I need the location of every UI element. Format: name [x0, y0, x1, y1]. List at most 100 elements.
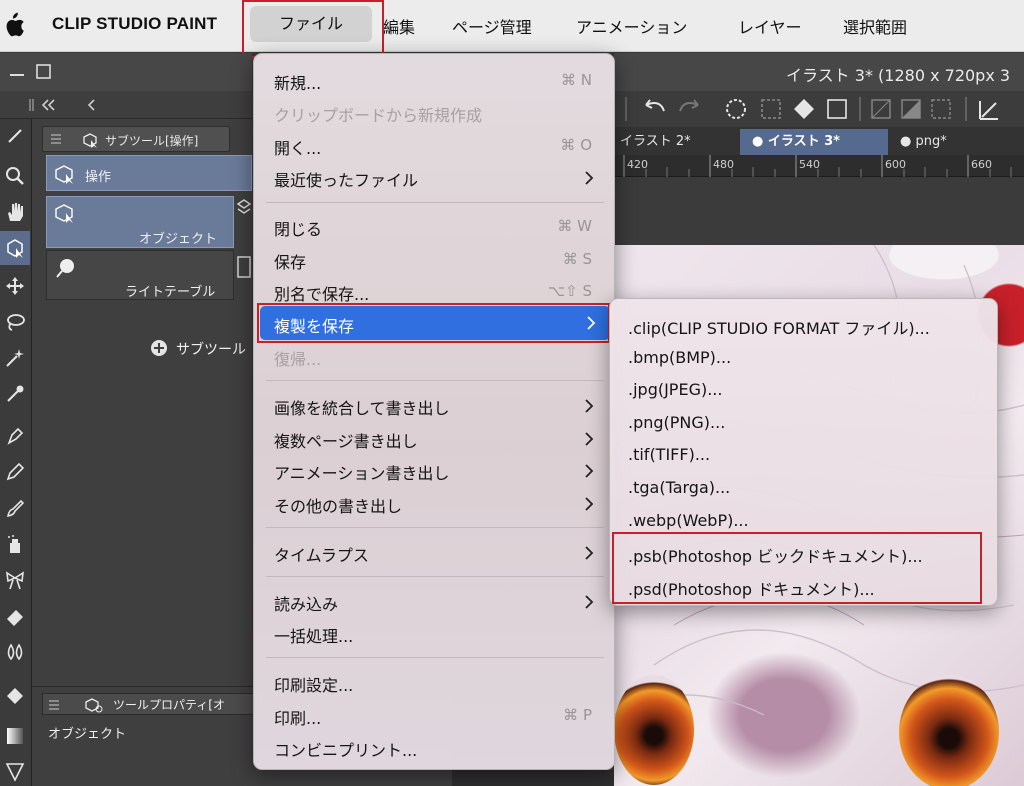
- menu-item-convenience-print[interactable]: コンビニプリント...: [274, 737, 417, 761]
- minimize-icon[interactable]: [10, 67, 26, 77]
- hand-tool-icon[interactable]: [0, 195, 30, 229]
- menu-item-import[interactable]: 読み込み: [274, 591, 338, 615]
- brush-icon[interactable]: [0, 491, 30, 525]
- shortcut-open: ⌘ O: [560, 136, 592, 154]
- menubar-item-page[interactable]: ページ管理: [452, 14, 532, 38]
- pen-nib-icon[interactable]: [0, 419, 30, 453]
- menu-item-export-other[interactable]: その他の書き出し: [274, 493, 402, 517]
- submenu-item-tif[interactable]: .tif(TIFF)...: [628, 445, 710, 464]
- submenu-item-jpg[interactable]: .jpg(JPEG)...: [628, 380, 722, 399]
- chevron-right-icon: [585, 432, 594, 446]
- fill-icon[interactable]: [0, 679, 30, 713]
- tool-palette: [0, 119, 32, 786]
- menu-item-save-as[interactable]: 別名で保存...: [274, 281, 369, 305]
- menubar-item-layer[interactable]: レイヤー: [738, 14, 802, 38]
- submenu-item-psb[interactable]: .psb(Photoshop ビックドキュメント)...: [628, 543, 923, 567]
- collapse-panel-icon[interactable]: [28, 97, 68, 113]
- menu-item-close[interactable]: 閉じる: [274, 216, 322, 240]
- shortcut-new: ⌘ N: [561, 71, 592, 89]
- menu-item-save-copy-label: 複製を保存: [274, 317, 355, 336]
- submenu-item-webp[interactable]: .webp(WebP)...: [628, 511, 749, 530]
- apple-logo-icon[interactable]: [0, 10, 26, 40]
- menu-item-new[interactable]: 新規...: [274, 70, 321, 94]
- panel-bottom-strip: [452, 770, 614, 786]
- illustration-right-eye: [899, 675, 999, 786]
- operation-icon: [55, 165, 73, 184]
- ruler-label: 540: [799, 158, 820, 171]
- submenu-item-png[interactable]: .png(PNG)...: [628, 413, 725, 432]
- menu-item-print[interactable]: 印刷...: [274, 705, 321, 729]
- window-titlebar-left: [0, 53, 252, 91]
- menu-item-recent-files[interactable]: 最近使ったファイル: [274, 167, 418, 191]
- illustration-left-eye: [614, 675, 694, 785]
- save-copy-submenu: .clip(CLIP STUDIO FORMAT ファイル)... .bmp(B…: [609, 298, 998, 606]
- subtool-panel-tab[interactable]: サブツール[操作]: [42, 126, 230, 152]
- document-tabs: イラスト 2* ● イラスト 3* ● png*: [614, 127, 1024, 155]
- chevron-right-icon: [585, 546, 594, 560]
- menu-item-new-from-clipboard: クリップボードから新規作成: [274, 106, 483, 125]
- tab-illust-2[interactable]: イラスト 2*: [620, 129, 691, 155]
- chevron-right-icon: [585, 464, 594, 478]
- tab-illust-3-active[interactable]: ● イラスト 3*: [740, 129, 888, 155]
- command-bar-right: [614, 91, 1024, 127]
- canvas-background: [614, 177, 1024, 245]
- window-titlebar-right: イラスト 3* (1280 x 720px 3: [614, 53, 1024, 91]
- airbrush-icon[interactable]: [0, 527, 30, 561]
- menu-item-open[interactable]: 開く...: [274, 135, 321, 159]
- menubar-item-file[interactable]: ファイル: [250, 6, 372, 42]
- blend-icon[interactable]: [0, 635, 30, 669]
- tool-property-tab[interactable]: ツールプロパティ[オ: [42, 693, 262, 715]
- panel-menu-icon[interactable]: [51, 133, 61, 145]
- menubar-item-selection[interactable]: 選択範囲: [843, 14, 907, 38]
- tool-property-title: ツールプロパティ[オ: [113, 698, 225, 712]
- submenu-item-bmp[interactable]: .bmp(BMP)...: [628, 348, 731, 367]
- pen-tool-icon[interactable]: [0, 119, 30, 153]
- app-name[interactable]: CLIP STUDIO PAINT: [52, 14, 217, 34]
- menubar-item-animation[interactable]: アニメーション: [576, 14, 687, 38]
- submenu-item-psd[interactable]: .psd(Photoshop ドキュメント)...: [628, 576, 875, 600]
- eyedropper-icon[interactable]: [0, 377, 30, 411]
- subtool-item-object[interactable]: オブジェクト: [46, 196, 234, 248]
- tab-png[interactable]: ● png*: [900, 129, 947, 155]
- panel-menu-icon[interactable]: [49, 699, 59, 711]
- menu-item-print-setup[interactable]: 印刷設定...: [274, 672, 353, 696]
- chevron-left-icon[interactable]: [84, 97, 98, 113]
- menu-item-batch[interactable]: 一括処理...: [274, 623, 353, 647]
- menu-item-export-pages[interactable]: 複数ページ書き出し: [274, 428, 418, 452]
- gradient-icon[interactable]: [0, 719, 30, 753]
- zoom-tool-icon[interactable]: [0, 159, 30, 193]
- subtool-group-operation[interactable]: 操作: [46, 155, 252, 191]
- submenu-item-clip[interactable]: .clip(CLIP STUDIO FORMAT ファイル)...: [628, 315, 930, 339]
- add-subtool-label: サブツール: [176, 342, 246, 358]
- menu-separator: [266, 380, 604, 381]
- chevron-right-icon: [585, 399, 594, 413]
- menubar-item-edit[interactable]: 編集: [383, 14, 415, 38]
- shortcut-save-as: ⌥⇧ S: [547, 282, 592, 300]
- layers-icon: [236, 199, 252, 214]
- menu-item-timelapse[interactable]: タイムラプス: [274, 542, 369, 566]
- object-tool-icon: [55, 204, 73, 223]
- menu-item-export-merged[interactable]: 画像を統合して書き出し: [274, 395, 450, 419]
- lasso-tool-icon[interactable]: [0, 305, 30, 339]
- tab-illust-3-label: ● イラスト 3*: [752, 134, 840, 149]
- magic-wand-icon[interactable]: [0, 341, 30, 375]
- menu-item-revert: 復帰...: [274, 350, 322, 369]
- command-bar-icons[interactable]: [620, 95, 1020, 123]
- eraser-icon[interactable]: [0, 599, 30, 633]
- subtool-panel-title: サブツール[操作]: [105, 134, 199, 148]
- submenu-item-tga[interactable]: .tga(Targa)...: [628, 478, 730, 497]
- maximize-icon[interactable]: [36, 64, 52, 80]
- chevron-right-icon: [585, 171, 594, 185]
- menu-item-save-copy[interactable]: 複製を保存: [260, 306, 610, 340]
- subtool-item-lighttable[interactable]: ライトテーブル: [46, 250, 234, 300]
- menu-item-save[interactable]: 保存: [274, 249, 306, 273]
- menu-item-export-animation[interactable]: アニメーション書き出し: [274, 460, 449, 484]
- pencil-icon[interactable]: [0, 455, 30, 489]
- subtool-object-label: オブジェクト: [139, 232, 218, 247]
- decoration-icon[interactable]: [0, 563, 30, 597]
- move-tool-icon[interactable]: [0, 269, 30, 303]
- menu-separator: [266, 202, 604, 203]
- figure-icon[interactable]: [0, 755, 30, 786]
- panel-side-icon: [237, 256, 251, 278]
- operation-tool-icon[interactable]: [0, 231, 30, 265]
